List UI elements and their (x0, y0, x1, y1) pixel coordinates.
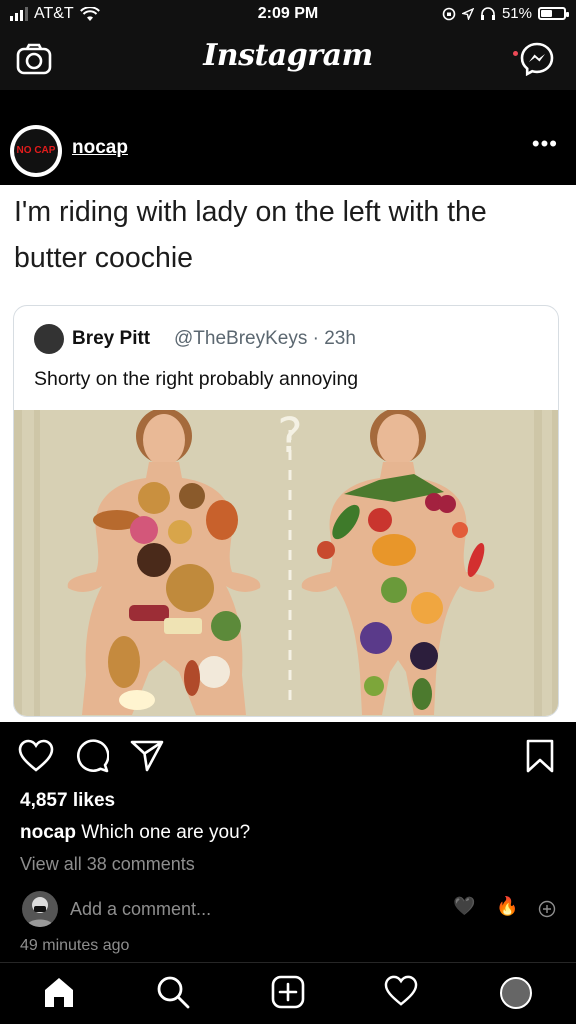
status-bar: AT&T 2:09 PM 51% (0, 0, 576, 30)
notification-dot (513, 51, 518, 56)
tweet-card: Brey Pitt @TheBreyKeys · 23h Shorty on t… (13, 305, 559, 717)
post-timestamp: 49 minutes ago (20, 937, 130, 954)
view-all-comments-link[interactable]: View all 38 comments (20, 854, 195, 875)
tweet-handle-time: @TheBreyKeys · 23h (174, 328, 356, 349)
activity-heart-icon[interactable] (384, 975, 418, 1007)
messenger-icon[interactable] (520, 42, 554, 76)
tweet-avatar (34, 324, 64, 354)
avatar-logo-text: NO CAP (14, 129, 58, 173)
bottom-tab-bar (0, 962, 576, 1024)
battery-percent: 51% (501, 5, 532, 22)
food-bodies-illustration: ? (14, 410, 558, 716)
quick-reaction-black-heart[interactable]: 🖤 (453, 896, 475, 917)
new-post-icon[interactable] (271, 975, 305, 1009)
headphones-icon (480, 6, 495, 20)
app-header: Instagram (0, 30, 576, 90)
add-comment-row: Add a comment... 🖤 🔥 (0, 888, 576, 930)
tweet-text: Shorty on the right probably annoying (34, 368, 359, 390)
add-comment-input[interactable]: Add a comment... (70, 899, 211, 920)
comment-icon[interactable] (75, 739, 109, 773)
more-options-icon[interactable]: ••• (532, 133, 558, 155)
likes-count[interactable]: 4,857 likes (20, 790, 115, 812)
tweet-author-name: Brey Pitt (72, 328, 151, 349)
status-icons: 51% (442, 5, 569, 22)
post-header: NO CAP nocap ••• (0, 115, 576, 185)
home-icon[interactable] (42, 975, 76, 1009)
rotation-lock-icon (442, 7, 456, 20)
post-author-avatar[interactable]: NO CAP (10, 125, 62, 177)
share-direct-icon[interactable] (130, 739, 164, 773)
profile-tab-avatar[interactable] (500, 977, 532, 1009)
current-user-avatar (22, 891, 58, 927)
like-heart-icon[interactable] (18, 739, 54, 773)
post-image[interactable]: I'm riding with lady on the left with th… (0, 185, 576, 722)
post-action-bar (0, 735, 576, 779)
quick-reaction-fire[interactable]: 🔥 (496, 896, 518, 917)
search-icon[interactable] (156, 975, 190, 1009)
save-bookmark-icon[interactable] (526, 739, 554, 773)
add-reaction-plus-icon[interactable] (538, 900, 556, 918)
location-icon (461, 7, 474, 20)
caption-username[interactable]: nocap (20, 822, 76, 843)
svg-text:?: ? (277, 410, 302, 464)
caption-text: Which one are you? (81, 822, 251, 843)
meme-caption: I'm riding with lady on the left with th… (14, 196, 487, 274)
battery-icon (538, 7, 569, 20)
post-caption: nocap Which one are you? (20, 822, 250, 844)
instagram-logo: Instagram (203, 38, 373, 73)
post-author-username[interactable]: nocap (72, 137, 128, 159)
